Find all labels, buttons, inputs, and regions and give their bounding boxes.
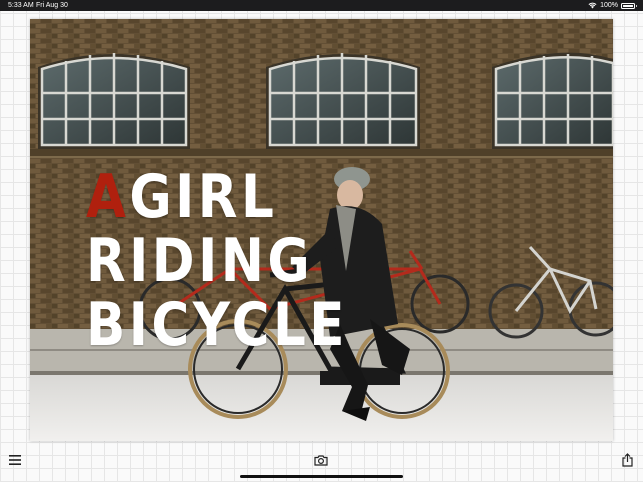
battery-icon xyxy=(621,2,637,9)
title-line-1: AGIRL xyxy=(86,165,348,229)
poster-canvas[interactable]: AGIRL RIDING BICYCLE xyxy=(30,19,613,441)
battery-percent: 100% xyxy=(600,2,618,9)
status-date: Fri Aug 30 xyxy=(36,2,68,9)
poster-title[interactable]: AGIRL RIDING BICYCLE xyxy=(86,165,348,357)
title-line-1-text: GIRL xyxy=(129,162,278,232)
wifi-icon xyxy=(588,2,597,9)
title-initial-a: A xyxy=(86,162,130,232)
title-line-3: BICYCLE xyxy=(86,290,349,360)
status-time: 5:33 AM xyxy=(8,2,34,9)
share-icon[interactable] xyxy=(620,452,634,467)
window-left xyxy=(38,53,190,149)
camera-icon[interactable] xyxy=(313,453,329,467)
home-indicator xyxy=(240,475,403,478)
window-middle xyxy=(266,53,420,149)
title-line-2: RIDING xyxy=(86,226,314,296)
menu-icon[interactable] xyxy=(8,453,22,467)
status-bar: 5:33 AM Fri Aug 30 100% xyxy=(0,0,643,11)
status-right: 100% xyxy=(588,0,637,11)
window-right xyxy=(492,52,613,149)
